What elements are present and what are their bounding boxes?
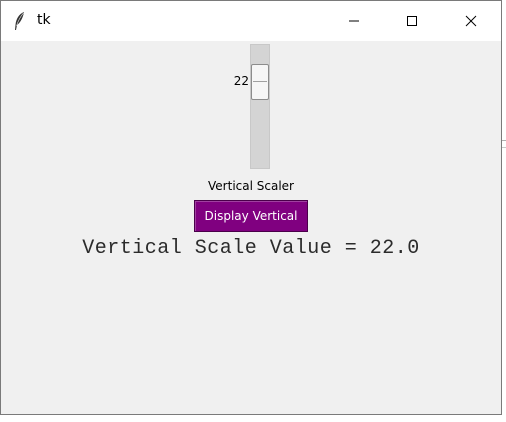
client-area: 22 Vertical Scaler Display Vertical Vert… xyxy=(1,41,501,414)
minimize-icon xyxy=(349,20,359,22)
result-label: Vertical Scale Value = 22.0 xyxy=(82,237,420,260)
window-title: tk xyxy=(37,12,51,28)
close-icon xyxy=(465,15,477,27)
background-edge-line xyxy=(502,147,506,148)
background-edge-line xyxy=(502,140,506,141)
app-window: tk 22 Vertical Scaler Display Vertical V… xyxy=(0,0,502,415)
minimize-button[interactable] xyxy=(331,1,377,41)
slider-grip xyxy=(253,80,267,82)
vertical-scale-slider[interactable] xyxy=(251,63,269,100)
maximize-button[interactable] xyxy=(389,1,435,41)
maximize-icon xyxy=(407,16,417,26)
vertical-scale-trough[interactable] xyxy=(250,44,270,169)
scale-value-label: 22 xyxy=(233,73,249,88)
title-bar[interactable]: tk xyxy=(1,1,501,41)
scale-label: Vertical Scaler xyxy=(208,179,294,193)
display-vertical-button[interactable]: Display Vertical xyxy=(194,200,308,232)
close-button[interactable] xyxy=(448,1,494,41)
feather-icon xyxy=(15,12,24,30)
